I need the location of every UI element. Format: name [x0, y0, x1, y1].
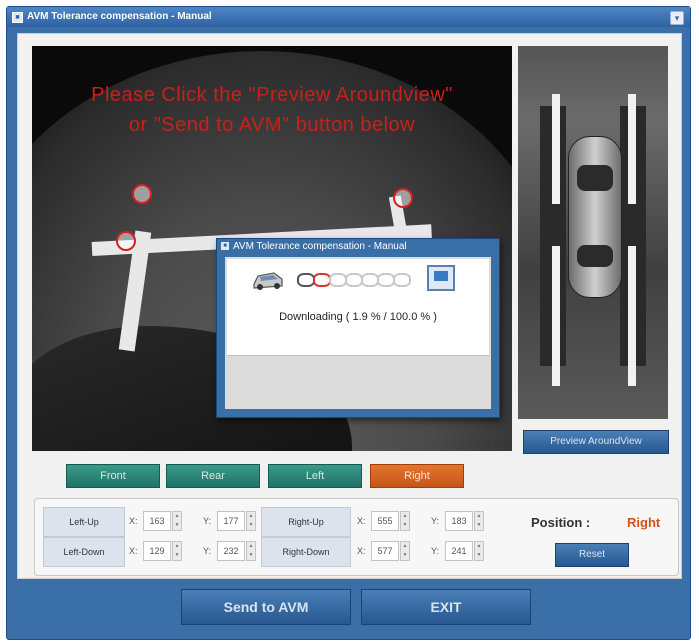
- right-down-y-label: Y:: [431, 546, 440, 556]
- left-down-label: Left-Down: [43, 537, 125, 567]
- aroundview-preview: [518, 46, 668, 419]
- left-down-y-spinner[interactable]: ▲ ▼: [246, 541, 256, 561]
- download-dialog: ■ AVM Tolerance compensation - Manual Do…: [216, 238, 500, 418]
- send-to-avm-button[interactable]: Send to AVM: [181, 589, 351, 625]
- left-up-y-spinner[interactable]: ▲ ▼: [246, 511, 256, 531]
- right-up-y-label: Y:: [431, 516, 440, 526]
- right-camera-button[interactable]: Right: [370, 464, 464, 488]
- right-up-label: Right-Up: [261, 507, 351, 537]
- right-up-x-input[interactable]: 555: [371, 511, 399, 531]
- right-down-label: Right-Down: [261, 537, 351, 567]
- download-status: Downloading ( 1.9 % / 100.0 % ): [279, 311, 437, 323]
- position-label: Position :: [531, 515, 591, 530]
- footer-bar: Send to AVM EXIT: [7, 579, 690, 639]
- aroundview-car-image: [568, 136, 622, 298]
- right-down-x-input[interactable]: 577: [371, 541, 399, 561]
- calibration-marker-lower-left[interactable]: [116, 231, 136, 251]
- right-up-y-input[interactable]: 183: [445, 511, 473, 531]
- right-down-y-input[interactable]: 241: [445, 541, 473, 561]
- left-down-x-input[interactable]: 129: [143, 541, 171, 561]
- rear-camera-button[interactable]: Rear: [166, 464, 260, 488]
- left-up-label: Left-Up: [43, 507, 125, 537]
- calibration-marker-right[interactable]: [393, 188, 413, 208]
- app-icon: ■: [12, 12, 23, 23]
- monitor-icon: [427, 265, 455, 291]
- dialog-app-icon: ■: [221, 242, 229, 250]
- preview-aroundview-button[interactable]: Preview AroundView: [523, 430, 669, 454]
- window-menu-icon[interactable]: ▾: [670, 11, 684, 25]
- left-camera-button[interactable]: Left: [268, 464, 362, 488]
- right-down-x-label: X:: [357, 546, 366, 556]
- car-windshield: [577, 165, 613, 191]
- right-down-x-spinner[interactable]: ▲ ▼: [400, 541, 410, 561]
- aroundview-line-left-lower: [552, 246, 560, 386]
- left-up-y-input[interactable]: 177: [217, 511, 245, 531]
- content-panel: Please Click the "Preview Aroundview" or…: [17, 33, 682, 579]
- exit-button[interactable]: EXIT: [361, 589, 531, 625]
- title-bar: ■ AVM Tolerance compensation - Manual ▾: [7, 7, 690, 27]
- dialog-body: Downloading ( 1.9 % / 100.0 % ): [225, 257, 491, 409]
- instruction-line-2: or "Send to AVM" button below: [128, 114, 416, 136]
- transfer-dot-icon: [393, 273, 411, 287]
- left-up-x-label: X:: [129, 516, 138, 526]
- dialog-title: AVM Tolerance compensation - Manual: [233, 241, 407, 252]
- right-up-x-spinner[interactable]: ▲ ▼: [400, 511, 410, 531]
- aroundview-line-right-lower: [628, 246, 636, 386]
- position-value: Right: [627, 515, 661, 530]
- calibration-marker-upper-left[interactable]: [132, 184, 152, 204]
- point-settings-panel: Left-Up X: 163 ▲ ▼ Y: 177 ▲ ▼ Right-Up X: …: [34, 498, 679, 576]
- left-up-y-label: Y:: [203, 516, 212, 526]
- dialog-content: Downloading ( 1.9 % / 100.0 % ): [227, 259, 489, 356]
- aroundview-line-left-upper: [552, 94, 560, 204]
- left-up-x-input[interactable]: 163: [143, 511, 171, 531]
- main-window: ■ AVM Tolerance compensation - Manual ▾ …: [6, 6, 691, 640]
- right-down-y-spinner[interactable]: ▲ ▼: [474, 541, 484, 561]
- left-down-y-label: Y:: [203, 546, 212, 556]
- left-down-x-label: X:: [129, 546, 138, 556]
- point-coordinate-grid: Left-Up X: 163 ▲ ▼ Y: 177 ▲ ▼ Right-Up X: …: [43, 507, 493, 567]
- instruction-line-1: Please Click the "Preview Aroundview": [91, 84, 453, 106]
- left-down-x-spinner[interactable]: ▲ ▼: [172, 541, 182, 561]
- dialog-title-bar: ■ AVM Tolerance compensation - Manual: [217, 239, 499, 255]
- left-up-x-spinner[interactable]: ▲ ▼: [172, 511, 182, 531]
- right-up-y-spinner[interactable]: ▲ ▼: [474, 511, 484, 531]
- window-title: AVM Tolerance compensation - Manual: [27, 11, 212, 22]
- right-up-x-label: X:: [357, 516, 366, 526]
- reset-button[interactable]: Reset: [555, 543, 629, 567]
- car-icon: [253, 272, 283, 290]
- front-camera-button[interactable]: Front: [66, 464, 160, 488]
- left-down-y-input[interactable]: 232: [217, 541, 245, 561]
- aroundview-line-right-upper: [628, 94, 636, 204]
- car-rear-window: [577, 245, 613, 267]
